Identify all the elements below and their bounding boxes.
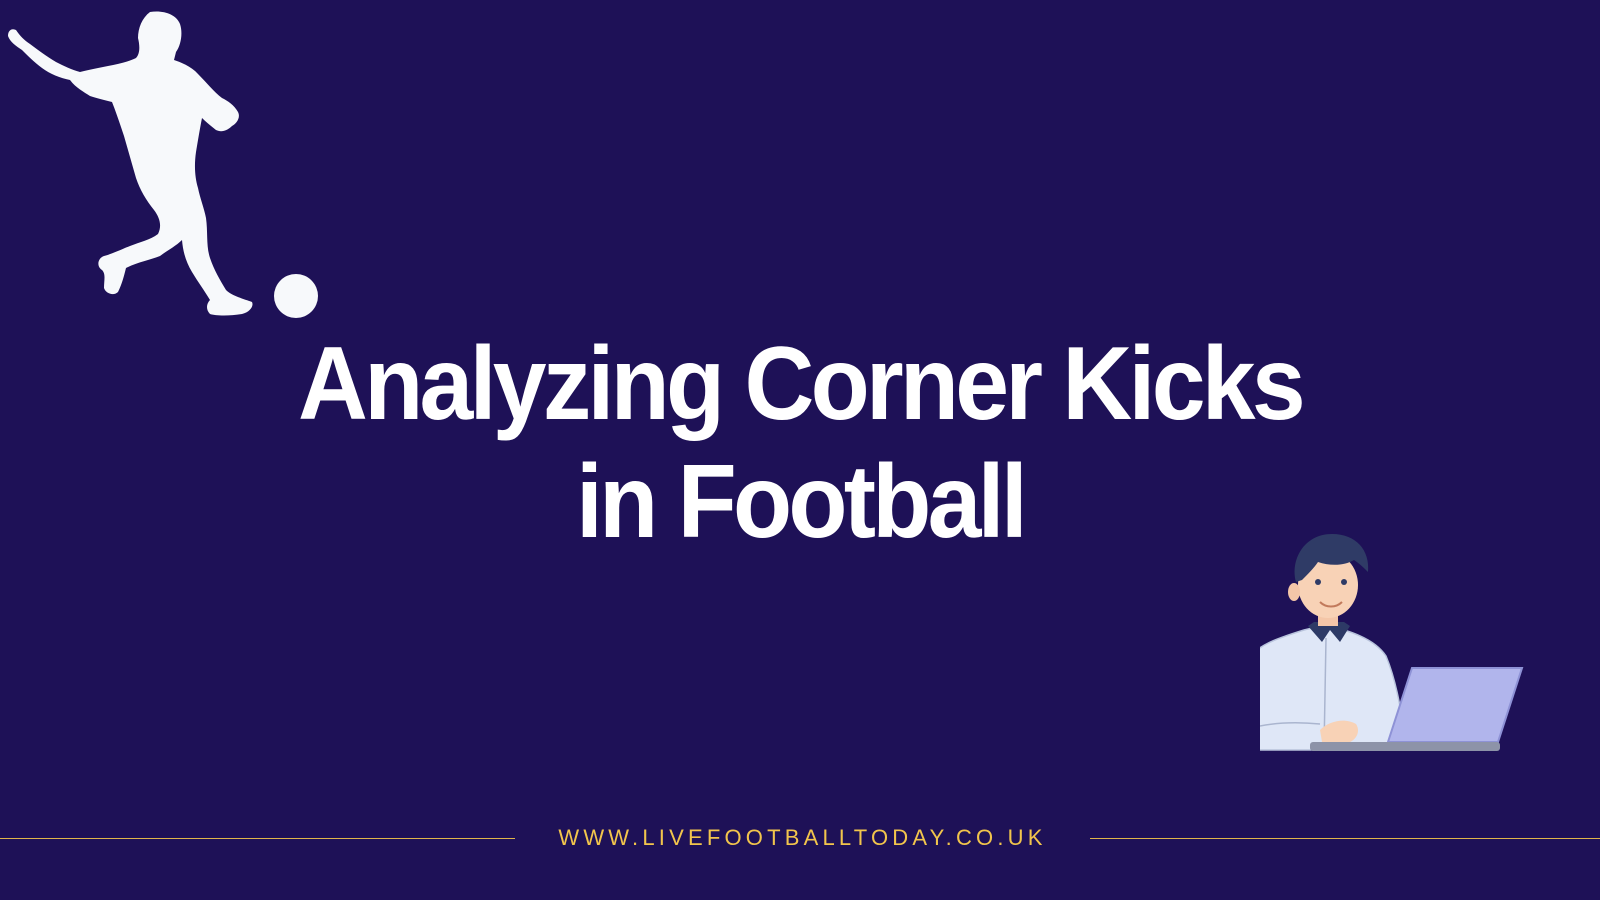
page-title: Analyzing Corner Kicks in Football <box>56 325 1544 561</box>
man-with-laptop-illustration <box>1260 534 1524 751</box>
laptop-base <box>1310 742 1500 751</box>
banner: Analyzing Corner Kicks in Football WWW.L… <box>0 0 1600 900</box>
footer-divider-right <box>1090 838 1600 839</box>
footer-website-url[interactable]: WWW.LIVEFOOTBALLTODAY.CO.UK <box>515 825 1090 851</box>
footballer-silhouette-icon <box>8 11 318 318</box>
footer-divider-left <box>0 838 515 839</box>
football-icon <box>274 274 318 318</box>
page-title-line-1: Analyzing Corner Kicks <box>298 326 1306 442</box>
laptop-screen <box>1386 667 1524 743</box>
